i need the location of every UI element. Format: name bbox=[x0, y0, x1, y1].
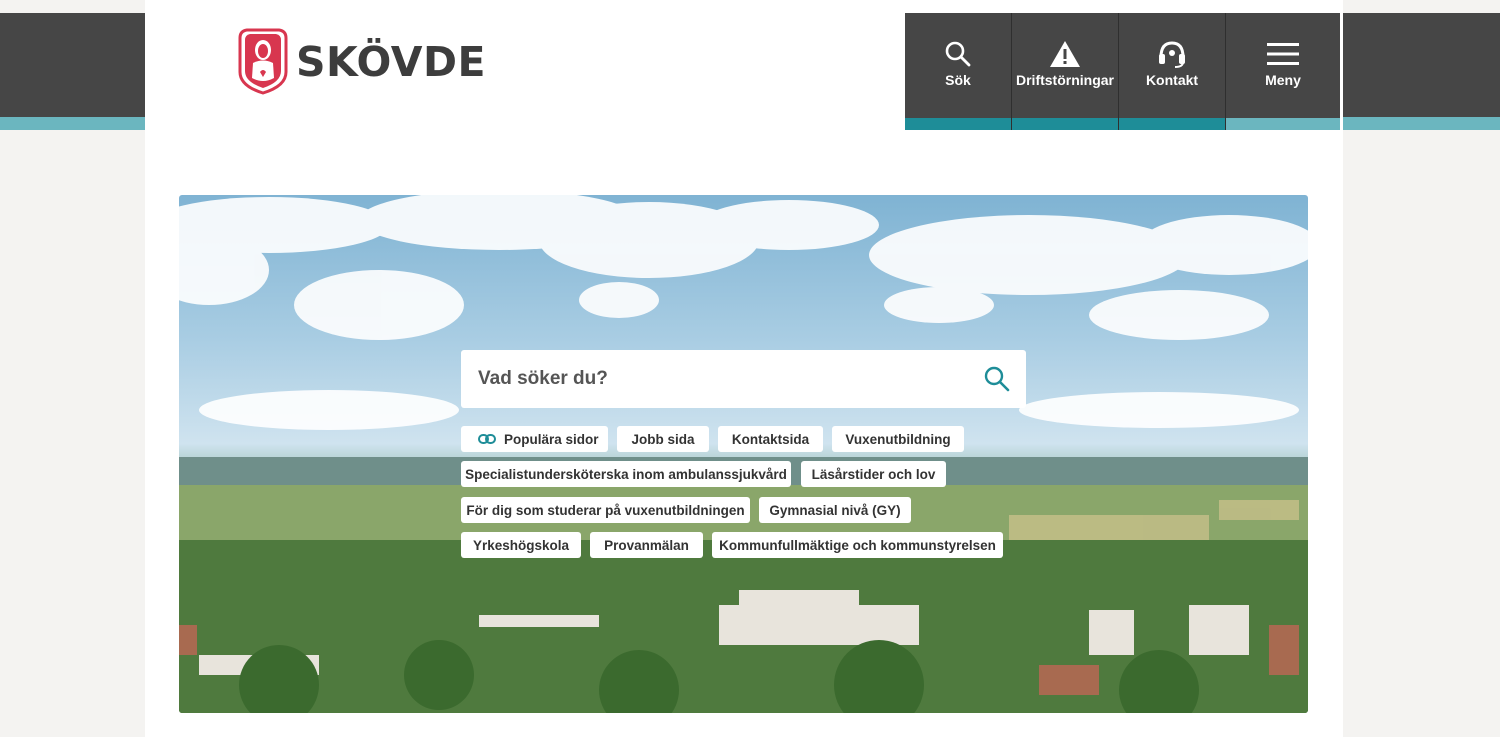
popular-link-item[interactable]: Kontaktsida bbox=[718, 426, 823, 452]
link-icon bbox=[478, 434, 496, 444]
popular-link-item[interactable]: Provanmälan bbox=[590, 532, 703, 558]
popular-link-item[interactable]: Läsårstider och lov bbox=[801, 461, 946, 487]
nav-search-indicator bbox=[905, 118, 1011, 130]
popular-link-item[interactable]: Specialistundersköterska inom ambulanssj… bbox=[461, 461, 791, 487]
header-accent-left bbox=[0, 117, 145, 130]
site-logo[interactable]: SKÖVDE bbox=[236, 28, 486, 95]
search-icon bbox=[945, 40, 971, 68]
search-box bbox=[461, 350, 1026, 408]
popular-pages-text: Populära sidor bbox=[504, 431, 599, 447]
skovde-crest-icon bbox=[238, 28, 288, 95]
nav-disruptions-label: Driftstörningar bbox=[1016, 72, 1114, 88]
search-input[interactable] bbox=[461, 367, 980, 391]
search-submit-icon[interactable] bbox=[984, 366, 1010, 392]
nav-contact-label: Kontakt bbox=[1145, 72, 1199, 88]
popular-link-item[interactable]: Kommunfullmäktige och kommunstyrelsen bbox=[712, 532, 1003, 558]
nav-disruptions-indicator bbox=[1012, 118, 1118, 130]
nav-menu[interactable]: Meny bbox=[1226, 13, 1340, 130]
nav-menu-label: Meny bbox=[1265, 72, 1301, 88]
popular-link-item[interactable]: Vuxenutbildning bbox=[832, 426, 964, 452]
popular-link-item[interactable]: Gymnasial nivå (GY) bbox=[759, 497, 911, 523]
headset-icon bbox=[1157, 40, 1187, 68]
nav-search-label: Sök bbox=[945, 72, 971, 88]
nav-menu-indicator bbox=[1226, 118, 1340, 130]
header-band-right bbox=[1343, 13, 1500, 117]
popular-link-item[interactable]: Yrkeshögskola bbox=[461, 532, 581, 558]
warning-icon bbox=[1049, 40, 1081, 68]
landscape-illustration bbox=[179, 195, 1308, 713]
nav-contact[interactable]: Kontakt bbox=[1119, 13, 1226, 130]
nav-search[interactable]: Sök bbox=[905, 13, 1012, 130]
header-band-left bbox=[0, 13, 145, 117]
popular-link-item[interactable]: Jobb sida bbox=[617, 426, 709, 452]
hero-image bbox=[179, 195, 1308, 713]
menu-icon bbox=[1267, 40, 1299, 68]
nav-contact-indicator bbox=[1119, 118, 1225, 130]
popular-pages-label: Populära sidor bbox=[461, 426, 608, 452]
popular-link-item[interactable]: För dig som studerar på vuxenutbildninge… bbox=[461, 497, 750, 523]
top-navigation: Sök Driftstörningar Kontakt Meny bbox=[905, 13, 1340, 130]
header-accent-right bbox=[1343, 117, 1500, 130]
site-name: SKÖVDE bbox=[296, 37, 486, 86]
nav-disruptions[interactable]: Driftstörningar bbox=[1012, 13, 1119, 130]
